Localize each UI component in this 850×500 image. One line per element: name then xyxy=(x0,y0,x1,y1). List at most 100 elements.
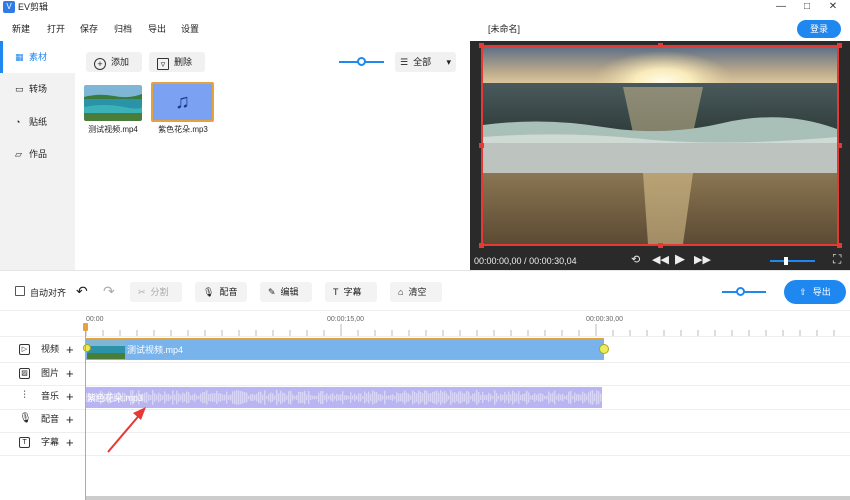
filter-select[interactable]: ☰ 全部 ▾ xyxy=(395,52,456,72)
waveform-bar xyxy=(538,393,540,402)
clip-end-handle[interactable] xyxy=(599,344,609,354)
fullscreen-icon[interactable]: ⛶ xyxy=(833,252,841,267)
add-voiceover-button[interactable]: + xyxy=(66,408,74,431)
app-logo: V xyxy=(3,1,15,13)
split-label: 分割 xyxy=(150,287,169,297)
timeline-ruler[interactable] xyxy=(85,316,850,336)
play-icon[interactable]: ▶ xyxy=(675,251,685,267)
timeline-zoom-knob[interactable] xyxy=(736,287,745,296)
menu-export[interactable]: 导出 xyxy=(148,22,166,36)
volume-slider[interactable] xyxy=(770,260,815,262)
edit-label: 编辑 xyxy=(280,287,299,297)
waveform-bar xyxy=(170,395,172,400)
sidebar-item-transitions[interactable]: ▭ 转场 xyxy=(0,73,75,105)
menu-save[interactable]: 保存 xyxy=(80,22,98,36)
delete-button[interactable]: ▿ 删除 xyxy=(149,52,205,72)
waveform-bar xyxy=(256,393,258,402)
media-item-video[interactable] xyxy=(83,84,143,122)
sidebar-item-materials[interactable]: ▦ 素材 xyxy=(0,41,75,73)
waveform-bar xyxy=(338,394,340,401)
waveform-bar xyxy=(494,390,496,405)
waveform-bar xyxy=(336,393,338,402)
minimize-button[interactable]: — xyxy=(768,0,794,14)
waveform-bar xyxy=(236,390,238,405)
waveform-bar xyxy=(544,395,546,400)
menu-settings[interactable]: 设置 xyxy=(181,22,199,36)
sidebar-item-works[interactable]: ▱ 作品 xyxy=(0,138,75,170)
waveform-bar xyxy=(198,395,200,400)
waveform-bar xyxy=(522,393,524,402)
sidebar-item-stickers[interactable]: ◔ 贴纸 xyxy=(0,106,75,138)
waveform-bar xyxy=(226,391,228,404)
maximize-button[interactable]: □ xyxy=(794,0,820,14)
audio-clip[interactable] xyxy=(86,387,602,408)
clear-icon: ⌂ xyxy=(398,287,404,297)
waveform-bar xyxy=(374,391,376,404)
waveform-bar xyxy=(218,393,220,402)
timeline-scrollbar[interactable] xyxy=(86,496,850,500)
add-image-button[interactable]: + xyxy=(66,362,74,385)
resize-handle[interactable] xyxy=(479,143,484,148)
add-button[interactable]: + 添加 xyxy=(86,52,142,72)
waveform-bar xyxy=(188,392,190,403)
playhead[interactable] xyxy=(85,324,86,500)
resize-handle[interactable] xyxy=(837,143,842,148)
subtitle-button[interactable]: T 字幕 xyxy=(325,282,377,302)
waveform-bar xyxy=(388,395,390,400)
fast-forward-icon[interactable]: ▶▶ xyxy=(694,253,711,266)
waveform-bar xyxy=(264,390,266,405)
waveform-bar xyxy=(368,391,370,404)
volume-slider-knob[interactable] xyxy=(784,257,788,265)
track-header-image: ▨ 图片 + xyxy=(0,362,85,385)
auto-align-checkbox[interactable] xyxy=(15,286,25,296)
voiceover-button[interactable]: 🎙 配音 xyxy=(195,282,247,302)
resize-handle[interactable] xyxy=(837,43,842,48)
resize-handle[interactable] xyxy=(837,243,842,248)
replay-icon[interactable]: ⟲ xyxy=(631,253,640,266)
waveform-bar xyxy=(280,390,282,405)
waveform-bar xyxy=(436,390,438,405)
waveform-bar xyxy=(194,393,196,402)
waveform-bar xyxy=(284,393,286,402)
waveform-bar xyxy=(224,394,226,401)
media-item-audio[interactable]: ♫ xyxy=(151,82,214,122)
rewind-icon[interactable]: ◀◀ xyxy=(652,253,669,266)
waveform-bar xyxy=(372,390,374,405)
login-button[interactable]: 登录 xyxy=(797,20,841,38)
audio-waveform xyxy=(86,390,602,405)
add-subtitle-button[interactable]: + xyxy=(66,431,74,454)
media-item-name: 紫色花朵.mp3 xyxy=(158,125,208,134)
resize-handle[interactable] xyxy=(479,243,484,248)
resize-handle[interactable] xyxy=(479,43,484,48)
clear-button[interactable]: ⌂ 清空 xyxy=(390,282,442,302)
preview-frame[interactable] xyxy=(481,45,839,246)
close-button[interactable]: ✕ xyxy=(820,0,846,14)
export-button[interactable]: ⇧ 导出 xyxy=(784,280,846,304)
menu-open[interactable]: 打开 xyxy=(47,22,65,36)
clear-label: 清空 xyxy=(408,287,427,297)
waveform-bar xyxy=(362,395,364,400)
waveform-bar xyxy=(210,393,212,402)
waveform-bar xyxy=(580,394,582,401)
thumb-size-slider-knob[interactable] xyxy=(357,57,366,66)
track-label: 图片 xyxy=(41,368,60,378)
add-music-button[interactable]: + xyxy=(66,385,74,408)
redo-icon[interactable]: ↷ xyxy=(103,283,115,300)
track-header-voiceover: 🎙 配音 + xyxy=(0,408,85,431)
edit-button[interactable]: ✎ 编辑 xyxy=(260,282,312,302)
waveform-bar xyxy=(458,391,460,404)
waveform-bar xyxy=(160,394,162,401)
waveform-bar xyxy=(414,392,416,403)
waveform-bar xyxy=(192,394,194,401)
menu-archive[interactable]: 归档 xyxy=(114,22,132,36)
add-video-button[interactable]: + xyxy=(66,338,74,361)
split-button[interactable]: ✂ 分割 xyxy=(130,282,182,302)
current-time: 00:00:00,00 xyxy=(474,256,522,266)
resize-handle[interactable] xyxy=(658,43,663,48)
track-divider xyxy=(0,385,850,386)
menu-new[interactable]: 新建 xyxy=(12,22,30,36)
waveform-bar xyxy=(440,390,442,405)
waveform-bar xyxy=(228,395,230,400)
undo-icon[interactable]: ↶ xyxy=(76,283,88,300)
resize-handle[interactable] xyxy=(658,243,663,248)
